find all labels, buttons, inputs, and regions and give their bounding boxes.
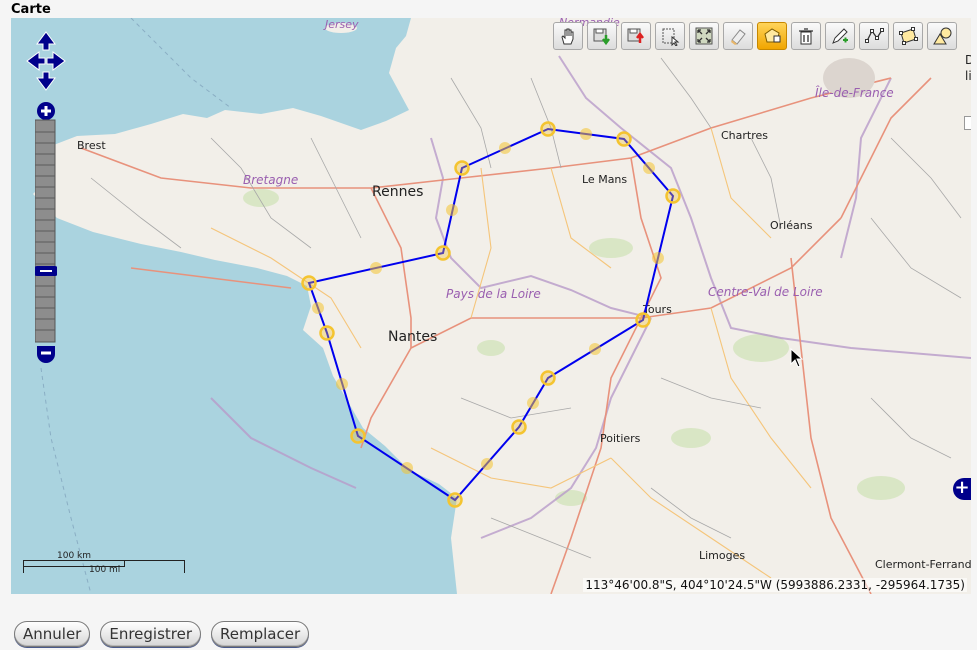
- label-poitiers: Poitiers: [600, 432, 641, 445]
- scale-label-mi: 100 mi: [89, 565, 121, 575]
- vertex-handle: [319, 325, 335, 341]
- modify-tool-button[interactable]: [757, 22, 787, 50]
- vertex-handle: [635, 312, 651, 328]
- replace-button[interactable]: Remplacer: [211, 621, 310, 647]
- label-limoges: Limoges: [699, 549, 745, 562]
- label-orleans: Orléans: [770, 219, 813, 232]
- erase-tool-button[interactable]: [723, 22, 753, 50]
- pan-left-icon: [26, 51, 46, 71]
- pan-control[interactable]: [25, 30, 67, 92]
- mouse-cursor-icon: [790, 348, 804, 368]
- scale-label-km: 100 km: [57, 551, 92, 561]
- hand-icon: [561, 28, 574, 45]
- label-bretagne: Bretagne: [243, 173, 298, 187]
- vertex-handle: [540, 121, 556, 137]
- label-ile-de-france: Île-de-France: [815, 85, 894, 100]
- side-legend-line: De: [965, 53, 971, 67]
- draw-line-tool-button[interactable]: [859, 22, 889, 50]
- zoom-extent-tool-button[interactable]: [689, 22, 719, 50]
- map-title: Carte: [11, 2, 51, 17]
- mouse-position: 113°46'00.8"S, 404°10'24.5"W (5993886.23…: [583, 578, 967, 592]
- line-icon: [865, 28, 884, 43]
- draw-polygon-tool-button[interactable]: [893, 22, 923, 50]
- midpoint-handle: [446, 204, 458, 216]
- save-download-icon: [593, 28, 610, 46]
- midpoint-handle: [370, 262, 382, 274]
- vertex-handle: [435, 245, 451, 261]
- draw-shape-tool-button[interactable]: [927, 22, 957, 50]
- vertex-handle: [540, 370, 556, 386]
- map-viewport[interactable]: Jersey Normandie Brest Bretagne Rennes L…: [11, 18, 971, 594]
- label-pays-de-la-loire: Pays de la Loire: [446, 287, 541, 301]
- side-legend-line: li: [965, 69, 971, 83]
- cancel-button[interactable]: Annuler: [14, 621, 91, 647]
- midpoint-handle: [336, 378, 348, 390]
- delete-tool-button[interactable]: [791, 22, 821, 50]
- midpoint-handle: [643, 162, 655, 174]
- trash-icon: [799, 28, 813, 45]
- eraser-icon: [731, 29, 746, 45]
- pencil-icon: [832, 28, 848, 44]
- pan-tool-button[interactable]: [553, 22, 583, 50]
- label-clermont-ferrand: Clermont-Ferrand: [875, 558, 971, 571]
- midpoint-handle: [312, 302, 324, 314]
- select-icon: [662, 28, 680, 46]
- zoom-extent-icon: [695, 27, 713, 45]
- label-jersey: Jersey: [323, 18, 359, 31]
- vertex-handle: [454, 160, 470, 176]
- midpoint-handle: [527, 397, 539, 409]
- select-tool-button[interactable]: [655, 22, 685, 50]
- zoom-bar[interactable]: [35, 102, 57, 364]
- edit-toolbar: [553, 22, 957, 52]
- pan-up-icon: [36, 31, 56, 51]
- draw-point-tool-button[interactable]: [825, 22, 855, 50]
- label-rennes: Rennes: [372, 184, 423, 200]
- modify-feature-icon: [764, 28, 781, 43]
- pan-down-icon: [36, 71, 56, 91]
- form-actions: Annuler Enregistrer Remplacer: [14, 621, 310, 647]
- zoom-in-button[interactable]: [37, 102, 55, 120]
- save-tool-button[interactable]: [587, 22, 617, 50]
- vertex-handle: [616, 131, 632, 147]
- midpoint-handle: [580, 128, 592, 140]
- scale-line: 100 km 100 mi: [23, 548, 203, 578]
- label-brest: Brest: [77, 139, 106, 152]
- layer-switcher-tab[interactable]: [964, 116, 971, 130]
- pan-right-icon: [46, 51, 66, 71]
- midpoint-handle: [499, 142, 511, 154]
- vertex-handle: [511, 419, 527, 435]
- upload-icon: [627, 28, 644, 43]
- upload-tool-button[interactable]: [621, 22, 651, 50]
- label-le-mans: Le Mans: [582, 173, 627, 186]
- zoom-out-button[interactable]: [37, 346, 55, 363]
- midpoint-handle: [652, 252, 664, 264]
- midpoint-handle: [401, 462, 413, 474]
- vertex-handle: [301, 275, 317, 291]
- label-centre-val-de-loire: Centre-Val de Loire: [708, 285, 823, 299]
- label-chartres: Chartres: [721, 129, 768, 142]
- label-nantes: Nantes: [388, 329, 437, 345]
- polygon-icon: [899, 27, 918, 45]
- save-button[interactable]: Enregistrer: [100, 621, 202, 647]
- vertex-handle: [350, 428, 366, 444]
- vertex-handle: [665, 188, 681, 204]
- layer-switcher-plus-icon[interactable]: +: [953, 478, 971, 500]
- layer-switcher-clipped: De li: [965, 52, 971, 84]
- midpoint-handle: [589, 343, 601, 355]
- basemap[interactable]: Jersey Normandie Brest Bretagne Rennes L…: [11, 18, 971, 594]
- shape-icon: [933, 27, 952, 45]
- vertex-handle: [447, 492, 463, 508]
- midpoint-handle: [481, 458, 493, 470]
